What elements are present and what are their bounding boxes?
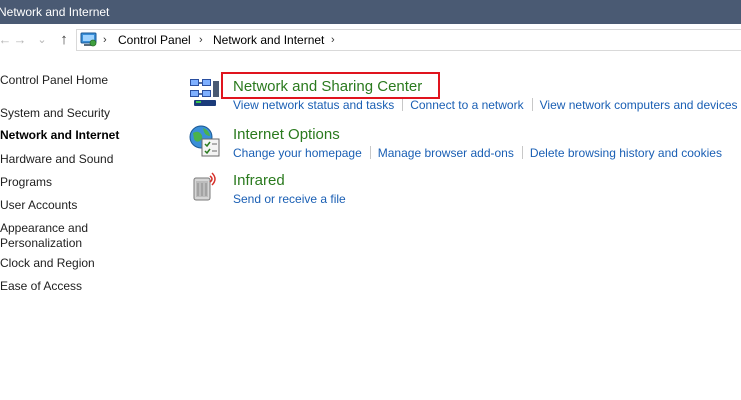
sidebar-item-personalization[interactable]: Personalization bbox=[0, 236, 82, 251]
network-sharing-icon[interactable] bbox=[188, 76, 222, 110]
internet-options-title[interactable]: Internet Options bbox=[233, 126, 340, 144]
delete-browsing-history-link[interactable]: Delete browsing history and cookies bbox=[530, 146, 722, 160]
internet-options-links: Change your homepage Manage browser add-o… bbox=[233, 146, 722, 161]
infrared-title[interactable]: Infrared bbox=[233, 172, 285, 190]
sidebar-item-programs[interactable]: Programs bbox=[0, 175, 52, 190]
link-divider bbox=[369, 146, 371, 159]
link-divider bbox=[402, 98, 404, 111]
infrared-links: Send or receive a file bbox=[233, 192, 346, 207]
breadcrumb-separator[interactable]: › bbox=[103, 31, 107, 49]
sidebar-item-control-panel-home[interactable]: Control Panel Home bbox=[0, 73, 108, 88]
send-receive-file-link[interactable]: Send or receive a file bbox=[233, 192, 346, 206]
view-network-status-link[interactable]: View network status and tasks bbox=[233, 98, 394, 112]
breadcrumb-separator[interactable]: › bbox=[199, 31, 203, 49]
manage-addons-link[interactable]: Manage browser add-ons bbox=[378, 146, 514, 160]
sidebar-item-appearance[interactable]: Appearance and bbox=[0, 221, 88, 236]
breadcrumb-control-panel[interactable]: Control Panel bbox=[118, 31, 191, 49]
forward-button[interactable]: → bbox=[12, 30, 28, 50]
link-divider bbox=[521, 146, 523, 159]
recent-locations-button[interactable]: ⌄ bbox=[34, 30, 50, 50]
change-homepage-link[interactable]: Change your homepage bbox=[233, 146, 362, 160]
sidebar-item-system-and-security[interactable]: System and Security bbox=[0, 106, 110, 121]
window-title-bar: Network and Internet bbox=[0, 0, 741, 24]
sidebar-item-network-and-internet: Network and Internet bbox=[0, 128, 120, 142]
infrared-icon[interactable] bbox=[188, 170, 222, 204]
sidebar-item-ease-of-access[interactable]: Ease of Access bbox=[0, 279, 82, 294]
address-bar[interactable]: › Control Panel › Network and Internet › bbox=[76, 29, 741, 51]
highlight-box bbox=[221, 72, 440, 99]
internet-options-icon[interactable] bbox=[188, 124, 222, 158]
connect-to-network-link[interactable]: Connect to a network bbox=[410, 98, 523, 112]
sidebar-item-clock-and-region[interactable]: Clock and Region bbox=[0, 256, 95, 271]
breadcrumb-network-and-internet[interactable]: Network and Internet bbox=[213, 31, 324, 49]
control-panel-icon bbox=[80, 32, 97, 47]
address-row: ← → ⌄ ↑ › Control Panel › Network and In… bbox=[0, 24, 741, 56]
sidebar-item-user-accounts[interactable]: User Accounts bbox=[0, 198, 77, 213]
window-title: Network and Internet bbox=[0, 5, 110, 19]
network-and-sharing-center-links: View network status and tasks Connect to … bbox=[233, 98, 738, 113]
sidebar-item-hardware-and-sound[interactable]: Hardware and Sound bbox=[0, 152, 113, 167]
view-network-computers-link[interactable]: View network computers and devices bbox=[540, 98, 738, 112]
breadcrumb-separator[interactable]: › bbox=[331, 31, 335, 49]
link-divider bbox=[531, 98, 533, 111]
up-button[interactable]: ↑ bbox=[55, 30, 73, 50]
